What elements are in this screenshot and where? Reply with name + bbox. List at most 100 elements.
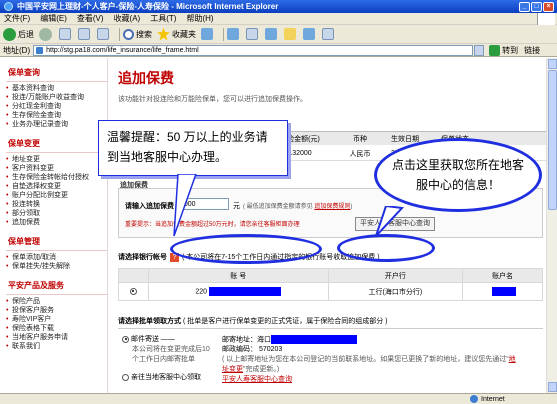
sidebar-item[interactable]: 追加保费 (6, 218, 107, 227)
vertical-scrollbar[interactable] (546, 58, 557, 393)
translate-icon (322, 28, 334, 40)
sidebar-item[interactable]: 分红现金利查询 (6, 102, 107, 111)
table-row[interactable]: 220 工行(海口市分行) (118, 282, 543, 301)
favorites-label: 收藏夹 (172, 29, 196, 39)
sidebar-item[interactable]: 联系我们 (6, 342, 107, 351)
sidebar-group-policy-query: 保单查询 基本资料查询 投连/万能账户收益查询 分红现金利查询 生存保险金查询 … (6, 65, 107, 129)
edit-button[interactable] (265, 28, 279, 40)
service-center-radio[interactable] (122, 373, 129, 381)
search-icon (123, 28, 134, 40)
sidebar-item[interactable]: 投连转换 (6, 200, 107, 209)
bank-account-title: 请选择银行帐号 (118, 254, 167, 261)
bank-account-table: 账 号 开户行 账户名 220 工行(海口市分行) (118, 268, 543, 301)
menu-edit[interactable]: 编辑(E) (40, 13, 67, 24)
messenger-icon (303, 28, 315, 40)
close-button[interactable]: × (543, 1, 554, 12)
go-button[interactable]: 转到 (489, 44, 519, 56)
sidebar-item[interactable]: 账户分配比例变更 (6, 191, 107, 200)
home-icon (97, 28, 109, 40)
url-input[interactable]: http://stg.pa18.com/life_insurance/life_… (33, 44, 474, 56)
windows-logo-icon (537, 13, 555, 25)
sidebar-item[interactable]: 业务办理记录查询 (6, 120, 107, 129)
mail-option: 邮件寄送 —— 本公司将在变更完成后10个工作日内邮寄批单 亲往当地客服中心领取 (122, 335, 212, 383)
mail-radio[interactable] (122, 335, 129, 343)
stop-button[interactable] (59, 28, 73, 40)
menu-file[interactable]: 文件(F) (4, 13, 30, 24)
sidebar-item[interactable]: 投保客户服务 (6, 306, 107, 315)
links-button[interactable]: 链接 (524, 45, 540, 56)
sidebar-group-policy-management: 保单管理 保单添加/取消 保单挂失/挂失解除 (6, 234, 107, 271)
sidebar-item[interactable]: 地址变更 (6, 155, 107, 164)
add-premium-label: 请输入追加保费 (125, 203, 174, 210)
sidebar-heading: 平安产品及服务 (6, 278, 107, 295)
print-button[interactable] (246, 28, 260, 40)
scrollbar-thumb[interactable] (548, 70, 557, 210)
minimize-button[interactable]: _ (519, 1, 530, 12)
internet-zone-icon (470, 395, 478, 403)
sidebar-item[interactable]: 部分领取 (6, 209, 107, 218)
sidebar-item[interactable]: 寿险VIP客户 (6, 315, 107, 324)
sidebar-item[interactable]: 保单添加/取消 (6, 253, 107, 262)
sidebar-item[interactable]: 自垫选择权变更 (6, 182, 107, 191)
mail-button[interactable] (227, 28, 241, 40)
media-button[interactable] (201, 28, 215, 40)
address-bar: 地址(D) http://stg.pa18.com/life_insurance… (0, 44, 557, 57)
scroll-down-button[interactable] (548, 382, 557, 392)
folder-button[interactable] (284, 28, 298, 40)
forward-arrow-icon (39, 27, 52, 41)
service-option-label: 亲往当地客服中心领取 (130, 374, 201, 381)
service-center-link[interactable]: 平安人寿客服中心查询 (222, 375, 542, 385)
zip-code: 邮政编码： 570203 (222, 346, 283, 354)
print-icon (246, 28, 258, 40)
address-label: 地址(D) (3, 45, 31, 55)
sidebar-item[interactable]: 生存保险金查询 (6, 111, 107, 120)
premium-rules-link[interactable]: 追加保费规则 (314, 204, 350, 210)
bank-account-radio[interactable] (129, 287, 137, 295)
sidebar: 保单查询 基本资料查询 投连/万能账户收益查询 分红现金利查询 生存保险金查询 … (0, 58, 108, 393)
page-content: 保单查询 基本资料查询 投连/万能账户收益查询 分红现金利查询 生存保险金查询 … (0, 58, 546, 393)
sidebar-item[interactable]: 保险表格下载 (6, 324, 107, 333)
zone-label: Internet (481, 395, 505, 403)
sidebar-item[interactable]: 投连/万能账户收益查询 (6, 93, 107, 102)
menu-tools[interactable]: 工具(T) (150, 13, 176, 24)
search-button[interactable]: 搜索 (123, 28, 152, 40)
column-header: 开户行 (327, 268, 464, 283)
star-icon (157, 27, 170, 41)
reminder-callout-pointer (173, 174, 197, 237)
sidebar-item[interactable]: 生存保险金转帐给付授权 (6, 173, 107, 182)
menu-view[interactable]: 查看(V) (77, 13, 104, 24)
mail-option-label: 邮件寄送 —— (130, 336, 175, 343)
table-cell: 人民币 (349, 150, 371, 158)
menu-bar: 文件(F) 编辑(E) 查看(V) 收藏(A) 工具(T) 帮助(H) (0, 13, 557, 25)
go-label: 转到 (502, 45, 519, 55)
sidebar-item[interactable]: 当地客户服务申请 (6, 333, 107, 342)
sidebar-item[interactable]: 客户资料变更 (6, 164, 107, 173)
sidebar-heading: 保单查询 (6, 65, 107, 82)
sidebar-group-products: 平安产品及服务 保险产品 投保客户服务 寿险VIP客户 保险表格下载 当地客户服… (6, 278, 107, 351)
maximize-button[interactable]: □ (531, 1, 542, 12)
refresh-button[interactable] (78, 28, 92, 40)
address-note-end: ”完成更新。) (243, 366, 280, 374)
back-button[interactable]: 后退 (3, 27, 34, 41)
refresh-icon (78, 28, 90, 40)
hint-suffix: ) (350, 204, 353, 210)
media-icon (201, 28, 213, 40)
back-label: 后退 (18, 29, 34, 39)
sidebar-item[interactable]: 基本资料查询 (6, 84, 107, 93)
search-label: 搜索 (136, 29, 152, 39)
redacted-address (271, 335, 357, 344)
messenger-button[interactable] (303, 28, 317, 40)
home-button[interactable] (97, 28, 111, 40)
favorites-button[interactable]: 收藏夹 (157, 27, 196, 41)
scroll-up-button[interactable] (548, 59, 557, 69)
address-dropdown[interactable] (474, 44, 485, 56)
sidebar-item[interactable]: 保单挂失/挂失解除 (6, 262, 107, 271)
hint-prefix: ( 最低追加保费金额请参见 (243, 204, 315, 210)
forward-button[interactable] (39, 27, 54, 41)
menu-favorites[interactable]: 收藏(A) (114, 13, 141, 24)
status-bar: Internet (0, 393, 557, 404)
sidebar-item[interactable]: 保险产品 (6, 297, 107, 306)
translate-button[interactable] (322, 28, 336, 40)
page-description: 该功能针对投连险和万能险保单，您可以进行追加保费操作。 (118, 96, 307, 103)
menu-help[interactable]: 帮助(H) (186, 13, 213, 24)
